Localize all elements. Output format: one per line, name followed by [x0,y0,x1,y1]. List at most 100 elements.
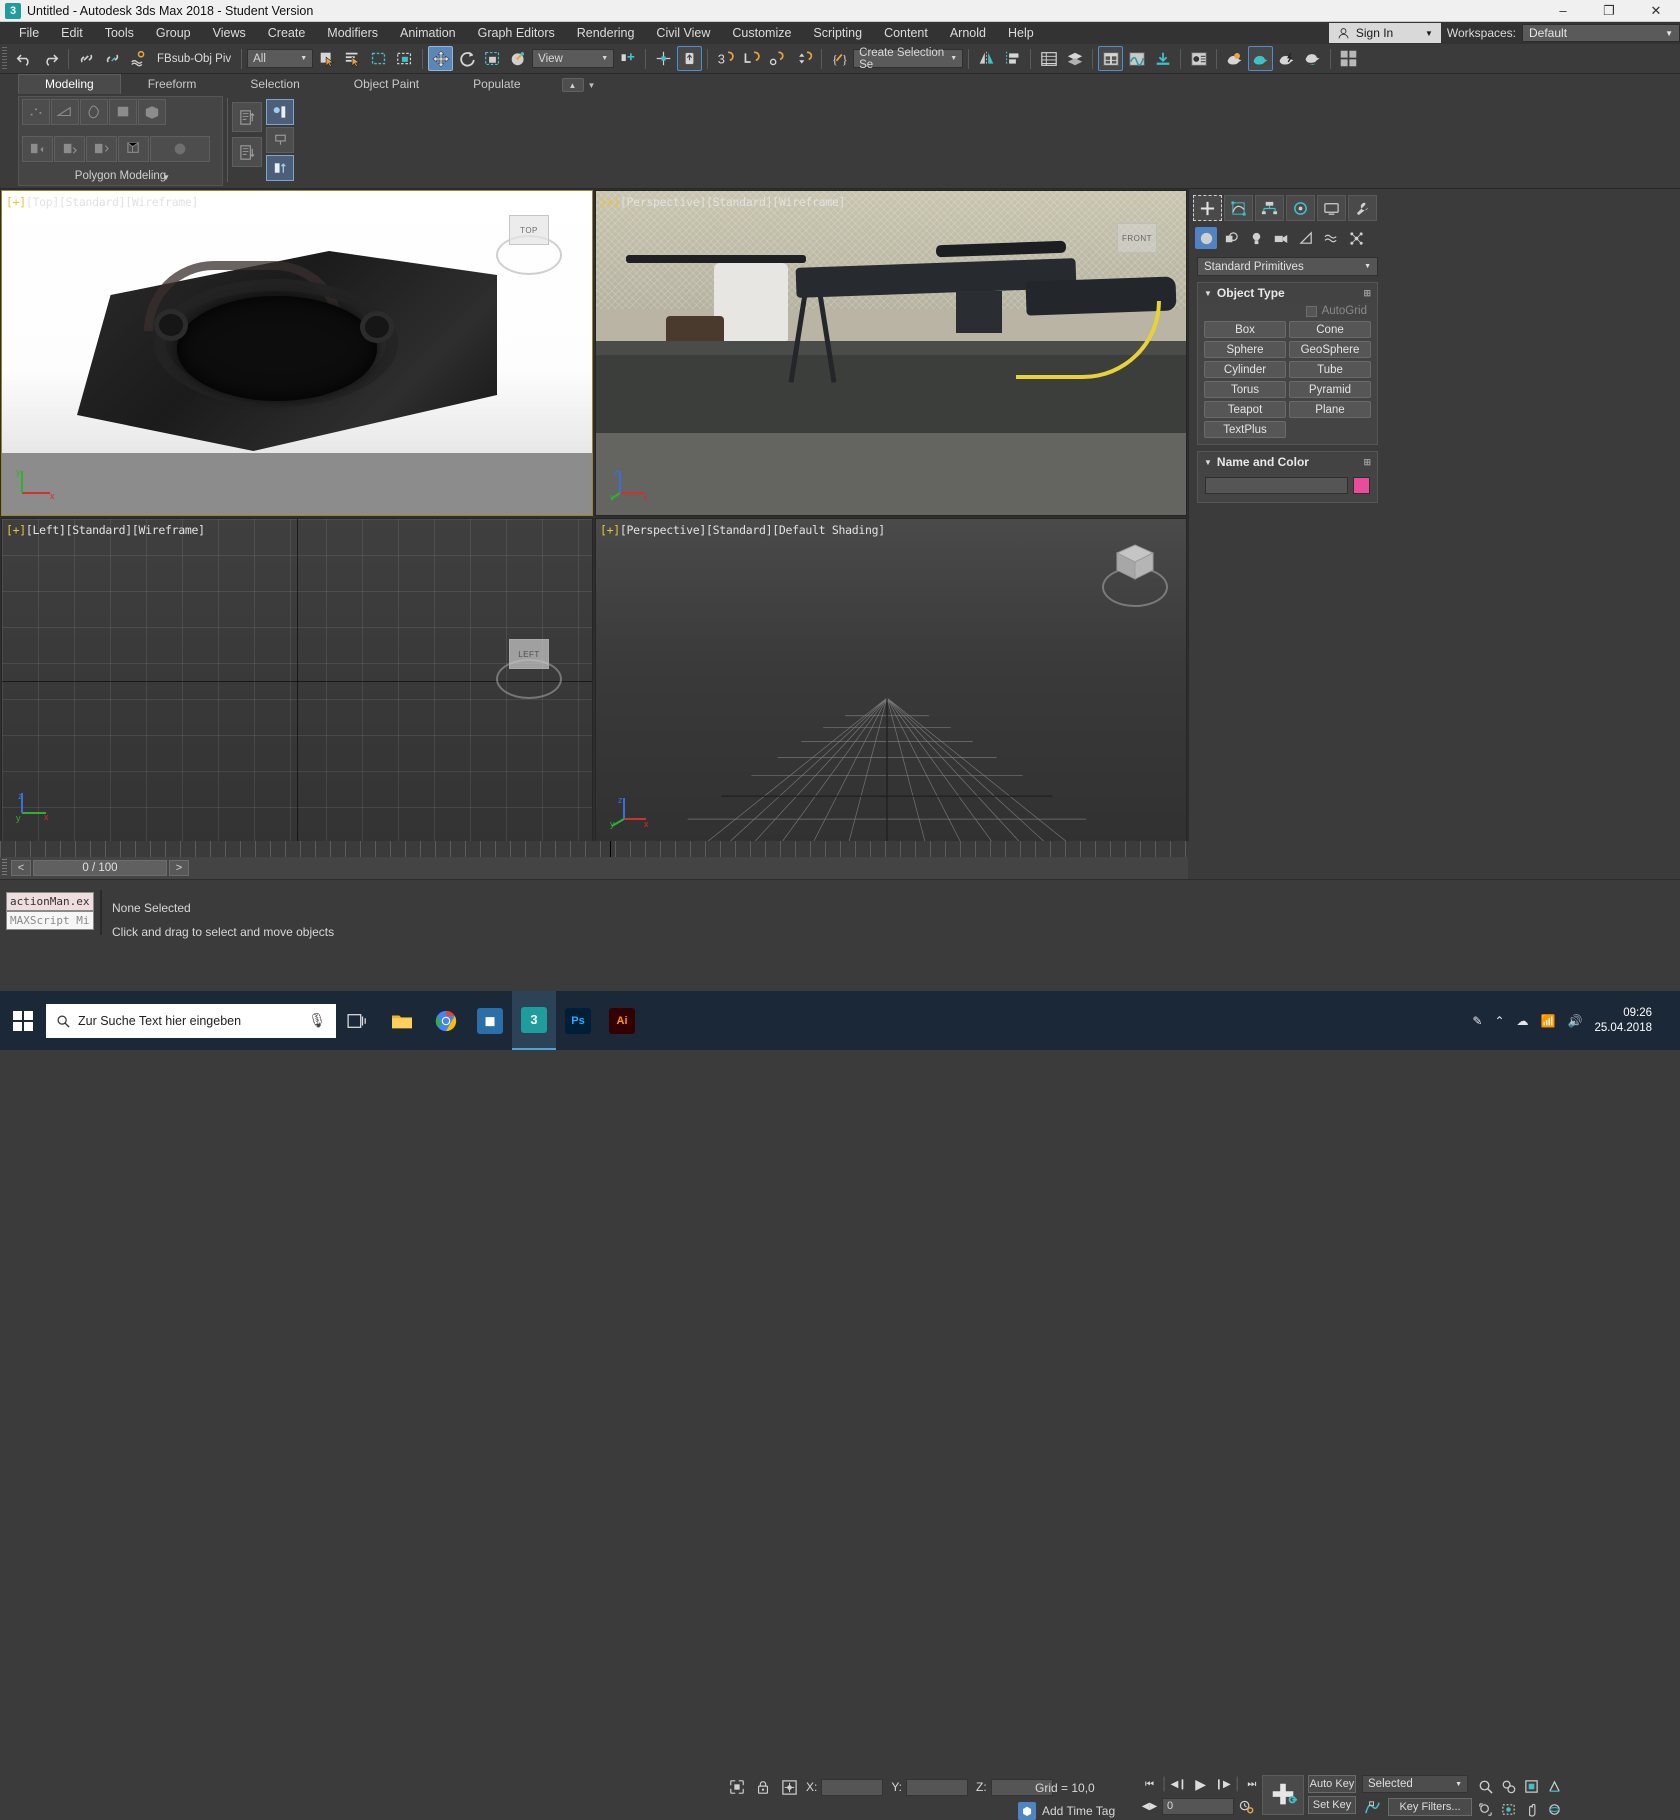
view-cube-face[interactable]: TOP [509,215,549,245]
swift-loop-icon[interactable] [86,135,117,162]
viewport-top[interactable]: [+][Top][Standard][Wireframe] TOP x y [1,190,593,516]
window-crossing-button[interactable] [392,46,417,71]
menu-item-views[interactable]: Views [202,23,257,43]
sign-in-button[interactable]: Sign In ▼ [1328,23,1441,43]
shapes-icon[interactable] [1220,227,1242,249]
chrome-icon[interactable] [424,991,468,1050]
redo-button[interactable] [38,46,63,71]
3ds-max-taskbar-icon[interactable]: 3 [512,991,556,1050]
viewport-label-plus[interactable]: [+] [6,195,26,209]
percent-snap-toggle-button[interactable]: 3 [713,46,738,71]
set-keys-button[interactable] [1262,1775,1304,1815]
pin-stack-icon[interactable] [266,127,294,153]
time-configuration-icon[interactable] [1237,1797,1256,1815]
default-in-out-tangents-icon[interactable] [1362,1797,1382,1817]
toolbar-grip[interactable] [2,46,7,71]
volume-icon[interactable]: 🔊 [1567,1014,1582,1028]
layer-explorer-button[interactable] [1036,46,1061,71]
pen-icon[interactable]: ✎ [1472,1014,1482,1028]
render-iterative-button[interactable] [1248,46,1274,71]
next-frame-button[interactable]: ❙▶ [1213,1775,1232,1793]
chevron-down-icon[interactable]: ▼ [588,81,596,90]
maximize-button[interactable]: ❐ [1586,0,1632,21]
viewport-label-rest[interactable]: [Perspective][Standard][Default Shading] [620,523,885,537]
mirror-button[interactable] [974,46,999,71]
file-explorer-icon[interactable] [380,991,424,1050]
previous-frame-button[interactable]: ◀❙ [1169,1775,1188,1793]
cone-button[interactable]: Cone [1289,321,1371,338]
pyramid-button[interactable]: Pyramid [1289,381,1371,398]
systems-icon[interactable] [1345,227,1367,249]
material-editor-button[interactable] [1098,46,1124,71]
render-production-button[interactable] [1222,46,1247,71]
zoom-all-icon[interactable] [1497,1775,1519,1797]
name-and-color-header[interactable]: ▼ Name and Color ⊞ [1198,452,1377,472]
menu-item-tools[interactable]: Tools [94,23,145,43]
task-view-icon[interactable] [336,991,380,1050]
edit-named-selection-sets-button[interactable]: {} [827,46,852,71]
named-selection-set-combo[interactable]: Create Selection Se ▼ [853,47,964,71]
ribbon-tab-modeling[interactable]: Modeling [18,74,121,94]
menu-item-scripting[interactable]: Scripting [802,23,873,43]
search-input[interactable]: Zur Suche Text hier eingeben 🎙 [46,1003,336,1038]
add-time-tag[interactable]: ⬢ Add Time Tag [1018,1802,1115,1820]
illustrator-icon[interactable]: Ai [600,991,644,1050]
polygon-modeling-title[interactable]: Polygon Modeling [19,168,222,185]
reference-coordinate-combo[interactable]: View ▼ [532,49,615,68]
element-icon[interactable] [138,99,166,125]
lock-icon[interactable] [754,1778,772,1796]
object-color-swatch[interactable] [1353,477,1370,494]
align-button[interactable] [1000,46,1025,71]
box-button[interactable]: Box [1204,321,1286,338]
cameras-icon[interactable] [1270,227,1292,249]
view-cube-left[interactable]: LEFT [492,629,566,703]
menu-item-help[interactable]: Help [997,23,1045,43]
taskbar-clock[interactable]: 09:26 25.04.2018 [1594,1006,1652,1036]
orbit-icon[interactable] [1543,1798,1565,1820]
modify-tab-icon[interactable] [1224,195,1253,221]
polygon-icon[interactable] [109,99,137,125]
pin-icon[interactable]: ⊞ [1363,457,1371,468]
menu-item-animation[interactable]: Animation [389,23,467,43]
x-coordinate[interactable]: X: [806,1778,884,1796]
ribbon-minimize-icon[interactable]: ▲ [561,78,584,92]
object-type-header[interactable]: ▼ Object Type ⊞ [1198,283,1377,303]
select-and-scale-button[interactable] [480,46,505,71]
ribbon-tab-selection[interactable]: Selection [223,74,326,94]
close-button[interactable]: ✕ [1632,0,1680,21]
viewport-left-label[interactable]: [+][Left][Standard][Wireframe] [6,523,205,537]
select-and-link-button[interactable] [74,46,99,71]
viewport-label-rest[interactable]: [Top][Standard][Wireframe] [26,195,199,209]
spinner-snap-toggle-button[interactable] [739,46,764,71]
unlink-selection-button[interactable] [100,46,125,71]
viewport-left[interactable]: [+][Left][Standard][Wireframe] LEFT y z … [1,518,593,844]
current-frame-input[interactable]: 0 [1162,1797,1234,1815]
goto-start-button[interactable]: ⏮ [1140,1775,1159,1793]
microphone-icon[interactable]: 🎙 [308,1012,326,1029]
windows-start-icon[interactable] [0,991,46,1050]
zoom-extents-icon[interactable] [1474,1798,1496,1820]
utilities-tab-icon[interactable] [1348,195,1377,221]
viewport-label-rest[interactable]: [Left][Standard][Wireframe] [26,523,205,537]
teapot-button[interactable]: Teapot [1204,401,1286,418]
x-input[interactable] [821,1778,884,1796]
spinner-snap-arrows-button[interactable] [791,46,816,71]
time-tag-icon[interactable]: ⬢ [1018,1802,1036,1820]
ribbon-tab-populate[interactable]: Populate [446,74,547,94]
timeline-ruler[interactable] [0,841,1188,857]
ribbon-tab-freeform[interactable]: Freeform [121,74,224,94]
select-and-move-button[interactable] [428,46,454,71]
set-key-button[interactable]: Set Key [1308,1796,1356,1814]
menu-item-modifiers[interactable]: Modifiers [316,23,389,43]
goto-end-button[interactable]: ⏭ [1242,1775,1261,1793]
viewport-perspective-wireframe[interactable]: [+][Perspective][Standard][Wireframe] FR… [595,190,1187,516]
snaps-toggle-button[interactable] [651,46,676,71]
key-filters-button[interactable]: Key Filters... [1388,1798,1472,1816]
view-cube-top[interactable]: TOP [492,205,566,279]
cylinder-button[interactable]: Cylinder [1204,361,1286,378]
selection-filter-combo[interactable]: All ▼ [247,49,314,68]
show-desktop-button[interactable] [1664,1014,1668,1028]
tube-button[interactable]: Tube [1289,361,1371,378]
lights-icon[interactable] [1245,227,1267,249]
menu-item-file[interactable]: File [8,23,50,43]
